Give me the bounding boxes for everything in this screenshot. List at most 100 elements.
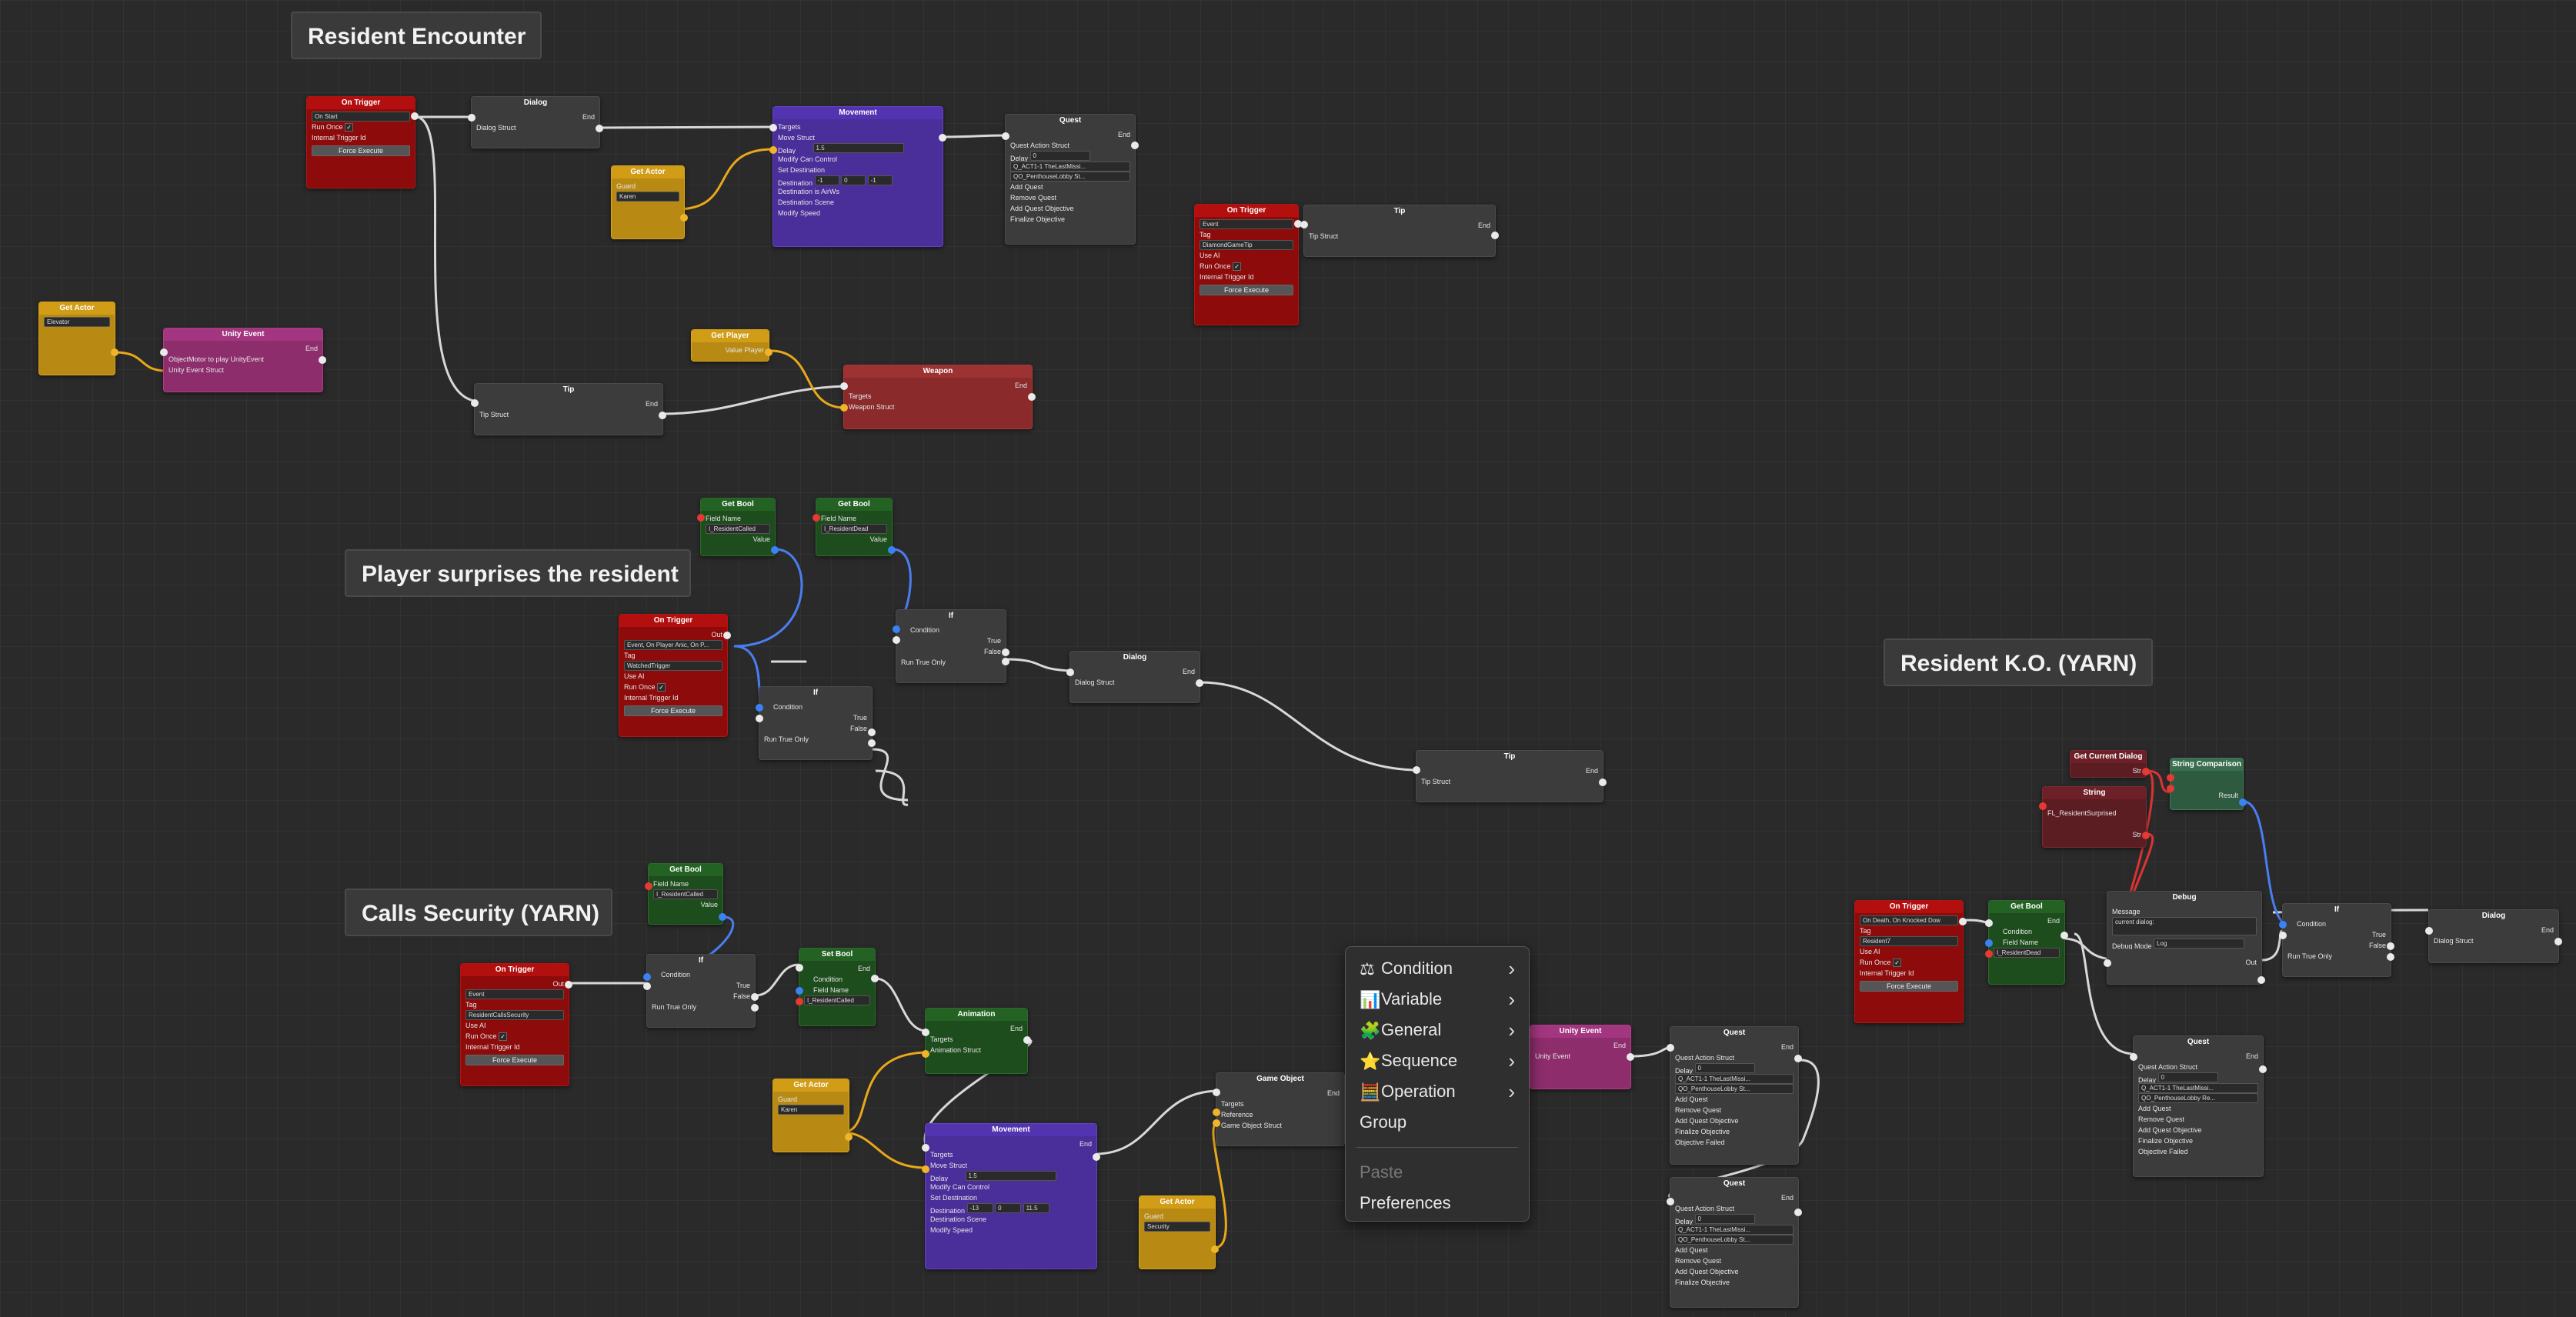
false-port[interactable] [751, 1004, 759, 1012]
in-port[interactable] [840, 382, 848, 390]
end-port[interactable] [1794, 1055, 1802, 1062]
if-node[interactable]: If Condition True False Run True Only [2279, 903, 2394, 977]
get-bool-node[interactable]: Get Bool End Condition Field Name I_Resi… [1985, 900, 2068, 985]
false-port[interactable] [868, 739, 876, 747]
get-current-dialog-node[interactable]: Get Current Dialog Str [2070, 750, 2150, 778]
end-port[interactable] [1599, 779, 1607, 786]
run-once-checkbox[interactable]: ✓ [1233, 262, 1242, 272]
if-node[interactable]: If Condition True False Run True Only [643, 954, 759, 1028]
if-node[interactable]: If Condition True False Run True Only [756, 686, 876, 760]
field-name-field[interactable]: I_ResidentDead [821, 524, 887, 534]
dest-x-field[interactable]: -1 [814, 175, 839, 185]
true-port[interactable] [1002, 648, 1009, 656]
group-title-resident-encounter[interactable]: Resident Encounter [291, 12, 542, 59]
out-port[interactable] [411, 112, 419, 120]
tip-node[interactable]: Tip End Tip Struct [1300, 205, 1499, 257]
end-port[interactable] [1028, 393, 1036, 401]
objective-reference-field[interactable]: QO_PenthouseLobby St... [1010, 172, 1130, 182]
end-port[interactable] [1131, 142, 1139, 149]
field-name-port[interactable] [796, 998, 803, 1005]
end-port[interactable] [2259, 1065, 2267, 1073]
in-port[interactable] [1066, 669, 1074, 676]
on-trigger-node[interactable]: On Trigger On Death, On Knocked Dow Tag … [1854, 900, 1967, 1023]
get-player-node[interactable]: Get Player Value Player [691, 329, 772, 362]
objective-reference-field[interactable]: QO_PenthouseLobby Re... [2138, 1093, 2258, 1103]
movement-node[interactable]: Movement Targets Move Struct Delay 1.5 M… [769, 106, 946, 247]
str-in-port[interactable] [2039, 802, 2047, 810]
debug-node[interactable]: Debug Message current dialog: Debug Mode… [2104, 891, 2265, 985]
actor-field[interactable]: Security [1144, 1222, 1210, 1232]
force-execute-button[interactable]: Force Execute [312, 145, 410, 156]
condition-port[interactable] [1985, 939, 1993, 947]
menu-item-sequence[interactable]: ⭐Sequence › [1346, 1045, 1529, 1076]
str-port[interactable] [2142, 768, 2150, 775]
get-bool-node[interactable]: Get Bool Field Name I_ResidentCalled Val… [697, 498, 779, 556]
in-port[interactable] [1413, 766, 1420, 774]
force-execute-button[interactable]: Force Execute [1860, 981, 1958, 992]
value-port[interactable] [719, 913, 726, 921]
quest-node[interactable]: Quest End Quest Action Struct Delay 0 Q_… [1667, 1026, 1802, 1165]
quest-node[interactable]: Quest End Quest Action Struct Delay 0 Q_… [1667, 1177, 1802, 1308]
in-port[interactable] [1667, 1198, 1674, 1205]
in-port[interactable] [769, 124, 777, 132]
menu-item-general[interactable]: 🧩General › [1346, 1015, 1529, 1045]
in-port[interactable] [160, 348, 168, 356]
weapon-node[interactable]: Weapon End Targets Weapon Struct [840, 365, 1036, 429]
result-port[interactable] [2239, 799, 2247, 806]
end-port[interactable] [871, 975, 879, 982]
targets-port[interactable] [922, 1165, 929, 1173]
out-port[interactable] [565, 981, 572, 989]
in-port[interactable] [1002, 132, 1009, 140]
menu-item-group[interactable]: Group [1346, 1107, 1529, 1138]
tag-field[interactable]: DiamondGameTip [1200, 240, 1293, 250]
objective-reference-field[interactable]: QO_PenthouseLobby St... [1675, 1084, 1794, 1094]
on-trigger-node[interactable]: On Trigger On Start Run Once ✓ Internal … [306, 96, 419, 188]
movement-node[interactable]: Movement End Targets Move Struct Delay 1… [922, 1123, 1100, 1269]
targets-port[interactable] [922, 1050, 929, 1058]
dialog-node[interactable]: Dialog End Dialog Struct [1066, 651, 1203, 703]
field-name-field[interactable]: I_ResidentCalled [804, 995, 870, 1005]
dialog-node[interactable]: Dialog End Dialog Struct [2425, 909, 2562, 963]
event-dropdown[interactable]: On Start [312, 112, 410, 122]
menu-item-variable[interactable]: 📊Variable › [1346, 984, 1529, 1015]
on-trigger-node[interactable]: On Trigger Event Tag DiamondGameTip Use … [1194, 204, 1302, 325]
targets-port[interactable] [840, 404, 848, 412]
event-dropdown[interactable]: On Death, On Knocked Dow [1860, 915, 1958, 925]
quest-reference-field[interactable]: Q_ACT1-1 TheLastMissi... [1675, 1074, 1794, 1084]
tip-node[interactable]: Tip End Tip Struct [1413, 750, 1607, 802]
get-bool-node[interactable]: Get Bool Field Name I_ResidentCalled Val… [645, 863, 726, 925]
condition-port[interactable] [796, 987, 803, 995]
quest-reference-field[interactable]: Q_ACT1-1 TheLastMissi... [2138, 1083, 2258, 1093]
quest-reference-field[interactable]: Q_ACT1-1 TheLastMissi... [1010, 162, 1130, 172]
animation-node[interactable]: Animation End Targets Animation Struct [922, 1008, 1031, 1074]
dest-z-field[interactable]: 11.5 [1023, 1203, 1049, 1213]
a-port[interactable] [2167, 774, 2174, 782]
string-node[interactable]: String FL_ResidentSurprised Str [2039, 786, 2150, 848]
false-port[interactable] [2387, 953, 2394, 961]
on-trigger-node[interactable]: On Trigger Out Event Tag ResidentCallsSe… [460, 963, 572, 1086]
group-title-calls-security[interactable]: Calls Security (YARN) [345, 889, 612, 936]
dest-z-field[interactable]: -1 [867, 175, 893, 185]
delay-field[interactable]: 0 [2157, 1072, 2218, 1082]
end-port[interactable] [1627, 1053, 1634, 1061]
in-port[interactable] [2104, 959, 2111, 967]
in-port[interactable] [2130, 1053, 2137, 1061]
run-once-checkbox[interactable]: ✓ [345, 123, 354, 132]
string-comparison-node[interactable]: String Comparison Result [2167, 758, 2247, 810]
force-execute-button[interactable]: Force Execute [465, 1055, 564, 1065]
get-actor-node[interactable]: Get Actor Guard Karen [772, 1079, 853, 1152]
in-port[interactable] [922, 1029, 929, 1036]
field-name-field[interactable]: I_ResidentCalled [706, 524, 770, 534]
delay-field[interactable]: 1.5 [965, 1171, 1056, 1181]
str-port[interactable] [2142, 832, 2150, 839]
in-port[interactable] [796, 964, 803, 972]
menu-item-paste[interactable]: Paste [1346, 1157, 1529, 1188]
field-name-port[interactable] [645, 882, 652, 890]
end-port[interactable] [2554, 938, 2562, 945]
end-port[interactable] [659, 412, 666, 419]
run-once-checkbox[interactable]: ✓ [1893, 959, 1902, 968]
end-port[interactable] [1196, 679, 1203, 687]
in-port[interactable] [1213, 1089, 1220, 1096]
field-name-port[interactable] [1985, 950, 1993, 958]
true-port[interactable] [751, 993, 759, 1001]
